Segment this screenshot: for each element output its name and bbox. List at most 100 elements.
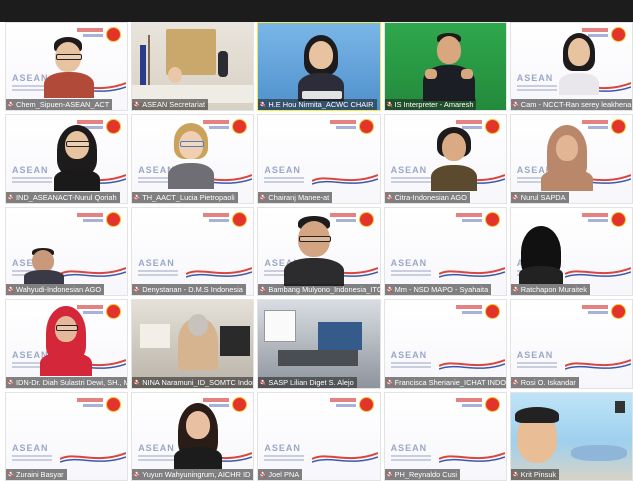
participant-name: ASEAN Secretariat [142, 100, 206, 110]
participant-name-bar: Nurul SAPDA [510, 191, 569, 203]
asean-wordmark: ASEAN [12, 165, 49, 176]
participant-name-bar: Ratchapon Muraitek [510, 284, 590, 296]
participant-name: IND_ASEANACT-Nurul Qoriah [16, 192, 117, 202]
participant-tile[interactable]: ASEAN Wahyudi-Indonesian AGO [5, 206, 129, 297]
participant-name: Wahyudi-Indonesian AGO [16, 285, 102, 295]
laptop [302, 91, 343, 99]
asean-logo-icon [610, 27, 626, 42]
asean-wordmark: ASEAN [390, 442, 428, 453]
participant-video [168, 123, 215, 190]
asean-virtual-background: ASEAN [384, 207, 506, 296]
asean-logo-icon [610, 304, 626, 320]
participant-name-bar: Chem_Sipuen-ASEAN_ACT [6, 99, 113, 111]
participant-name: Krit Pinsuk [520, 470, 557, 479]
mic-muted-icon [259, 286, 266, 293]
participant-tile[interactable]: ASEAN PH_Reynaldo Cusi [383, 391, 507, 481]
asean-virtual-background: ASEAN [258, 392, 380, 480]
participant-name-bar: NINA Naramuni_ID_SOMTC Indon [132, 376, 254, 388]
participant-tile[interactable]: ASEAN Yuyun Wahyuningrum, AICHR ID [131, 391, 255, 481]
sky-background [510, 392, 632, 480]
participant-video [422, 33, 475, 101]
mic-muted-icon [512, 101, 519, 108]
participant-tile[interactable]: H.E Hou Nirmita_ACWC CHAIR [257, 22, 381, 112]
participant-name-bar: TH_AACT_Lucia Pietropaoli [132, 191, 238, 203]
mic-muted-icon [7, 286, 14, 293]
asean-wordmark: ASEAN [12, 442, 49, 453]
participant-name: SASP Lilian Diget S. Alejo [268, 377, 354, 387]
participant-video [40, 306, 92, 377]
mic-muted-icon [259, 471, 266, 478]
participant-tile[interactable]: ASEAN Denystanan - D.M.S Indonesia [131, 206, 255, 297]
participant-tile[interactable]: ASEAN Cam - NCCT-Ran serey leakhena [509, 22, 633, 112]
asean-virtual-background: ASEAN [384, 392, 506, 480]
participant-video [54, 125, 100, 192]
asean-virtual-background: ASEAN [6, 392, 128, 480]
asean-logo-icon [358, 211, 374, 227]
asean-wordmark: ASEAN [138, 257, 175, 268]
participant-name-bar: Citra-Indonesian AGO [384, 191, 470, 203]
participant-video [558, 33, 599, 95]
participant-tile[interactable]: ASEAN Citra-Indonesian AGO [383, 114, 507, 204]
mic-muted-icon [7, 194, 14, 201]
participant-name-bar: IDN-Dr. Diah Sulastri Dewi, SH., M. [6, 376, 128, 388]
participant-video [284, 215, 345, 286]
participant-name: Yuyun Wahyuningrum, AICHR ID [142, 470, 251, 479]
participant-tile[interactable]: ASEAN Chem_Sipuen-ASEAN_ACT [5, 22, 129, 112]
participant-tile[interactable]: ASEAN Chairanj Manee-at [257, 114, 381, 204]
mic-muted-icon [386, 194, 393, 201]
participant-tile[interactable]: ASEAN TH_AACT_Lucia Pietropaoli [131, 114, 255, 204]
participant-name: NINA Naramuni_ID_SOMTC Indon [142, 377, 254, 387]
participant-tile[interactable]: ASEAN Joel PNA [257, 391, 381, 481]
asean-logo-icon [358, 396, 374, 412]
participant-name-bar: Chairanj Manee-at [258, 191, 333, 203]
participant-name: Rosi O. Iskandar [520, 377, 576, 387]
participant-tile[interactable]: ASEAN IND_ASEANACT-Nurul Qoriah [5, 114, 129, 204]
participant-name-bar: Wahyudi-Indonesian AGO [6, 284, 105, 296]
mic-muted-icon [259, 101, 266, 108]
asean-logo-icon [106, 27, 122, 42]
participant-tile[interactable]: ASEAN Ratchapon Muraitek [509, 206, 633, 297]
mic-muted-icon [512, 471, 519, 478]
desk-background [258, 300, 380, 388]
participant-tile[interactable]: SASP Lilian Diget S. Alejo [257, 299, 381, 389]
participant-tile[interactable]: Krit Pinsuk [509, 391, 633, 481]
participant-name-bar: Bambang Mulyono_Indonesia_ITC [258, 284, 380, 296]
asean-logo-icon [484, 119, 500, 135]
participant-name-bar: IS Interpreter - Amaresh [384, 99, 477, 111]
participant-tile[interactable]: ASEAN IDN-Dr. Diah Sulastri Dewi, SH., M… [5, 299, 129, 389]
participant-tile[interactable]: ASEAN Bambang Mulyono_Indonesia_ITC [257, 206, 381, 297]
asean-logo-icon [232, 211, 248, 227]
participant-tile[interactable]: ASEAN Zuraini Basyar [5, 391, 129, 481]
asean-wordmark: ASEAN [390, 165, 428, 176]
participant-name: Zuraini Basyar [16, 470, 64, 479]
participant-tile[interactable]: ASEAN Secretariat [131, 22, 255, 112]
participant-name: Mm - NSD MAPO - Syahaita [394, 285, 489, 295]
participant-name-bar: Rosi O. Iskandar [510, 376, 579, 388]
participant-tile[interactable]: ASEAN Francisca Sherianie_ICHAT INDON... [383, 299, 507, 389]
asean-logo-icon [106, 211, 122, 227]
top-toolbar [0, 0, 633, 22]
participant-tile[interactable]: NINA Naramuni_ID_SOMTC Indon [131, 299, 255, 389]
participant-tile[interactable]: IS Interpreter - Amaresh [383, 22, 507, 112]
participant-name: IDN-Dr. Diah Sulastri Dewi, SH., M. [16, 377, 128, 387]
participant-name-bar: PH_Reynaldo Cusi [384, 469, 461, 480]
asean-wordmark: ASEAN [390, 257, 428, 268]
participant-name: PH_Reynaldo Cusi [394, 470, 458, 479]
room-background [132, 23, 254, 111]
asean-wordmark: ASEAN [390, 350, 428, 361]
participant-tile[interactable]: ASEAN Rosi O. Iskandar [509, 299, 633, 389]
asean-wordmark: ASEAN [264, 442, 301, 453]
mic-muted-icon [386, 286, 393, 293]
participant-tile[interactable]: ASEAN Mm - NSD MAPO - Syahaita [383, 206, 507, 297]
participant-name: Citra-Indonesian AGO [394, 192, 467, 202]
asean-logo-icon [358, 119, 374, 135]
asean-virtual-background: ASEAN [384, 300, 506, 388]
asean-logo-icon [232, 396, 248, 412]
participant-name-bar: Francisca Sherianie_ICHAT INDON... [384, 376, 506, 388]
participant-tile[interactable]: ASEAN Nurul SAPDA [509, 114, 633, 204]
asean-virtual-background: ASEAN [132, 207, 254, 296]
participant-name: Chairanj Manee-at [268, 192, 330, 202]
mic-muted-icon [133, 471, 140, 478]
mic-muted-icon [7, 379, 14, 386]
asean-logo-icon [484, 211, 500, 227]
